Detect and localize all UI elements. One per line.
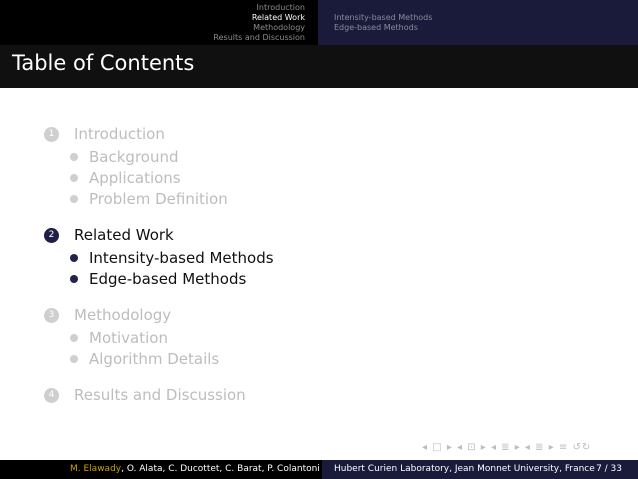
section-nav: Introduction Related Work Methodology Re… <box>0 0 318 45</box>
toc-subsection[interactable]: Motivation <box>44 327 274 348</box>
frame-title-bar: Table of Contents <box>0 45 638 88</box>
toc-section-label: Results and Discussion <box>74 386 246 404</box>
toc-subsection[interactable]: Edge-based Methods <box>44 268 274 289</box>
toc-section[interactable]: 1 Introduction <box>44 122 274 146</box>
toc-subsection[interactable]: Algorithm Details <box>44 348 274 369</box>
toc-subsection[interactable]: Background <box>44 146 274 167</box>
beamer-navigation-icons[interactable]: ◂ □ ▸ ◂ ⊡ ▸ ◂ ≣ ▸ ◂ ≣ ▸ ≡ ↺↻ <box>422 442 591 453</box>
bullet-icon <box>70 253 78 262</box>
toc-section-number: 1 <box>44 126 59 142</box>
nav-subsection-intensity[interactable]: Intensity-based Methods <box>334 13 638 23</box>
toc-subsection-label: Motivation <box>89 328 168 347</box>
toc-spacer <box>44 209 274 223</box>
footer-institution: Hubert Curien Laboratory, Jean Monnet Un… <box>334 464 595 474</box>
table-of-contents: 1 Introduction Background Applications Probl… <box>44 122 274 407</box>
toc-spacer <box>44 369 274 383</box>
toc-section-number: 4 <box>44 387 59 403</box>
toc-subsection-label: Problem Definition <box>89 189 228 208</box>
toc-section[interactable]: 2 Related Work <box>44 223 274 247</box>
toc-subsection-label: Edge-based Methods <box>89 269 247 288</box>
toc-section-label: Methodology <box>74 306 172 324</box>
nav-section-methodology[interactable]: Methodology <box>253 23 305 33</box>
footer-authors: M. Elawady, O. Alata, C. Ducottet, C. Ba… <box>0 460 322 479</box>
toc-subsection[interactable]: Problem Definition <box>44 188 274 209</box>
footer-info: Hubert Curien Laboratory, Jean Monnet Un… <box>322 460 638 479</box>
toc-section-label: Related Work <box>74 226 174 244</box>
toc-section-block: 3 Methodology Motivation Algorithm Details <box>44 303 274 369</box>
bullet-icon <box>70 274 78 283</box>
nav-section-related-work[interactable]: Related Work <box>252 13 305 23</box>
footer-authors-rest: , O. Alata, C. Ducottet, C. Barat, P. Co… <box>121 464 320 474</box>
nav-section-introduction[interactable]: Introduction <box>257 3 305 13</box>
toc-section-block: 4 Results and Discussion <box>44 383 274 407</box>
toc-section[interactable]: 4 Results and Discussion <box>44 383 274 407</box>
toc-subsection[interactable]: Intensity-based Methods <box>44 247 274 268</box>
footer-bar: M. Elawady, O. Alata, C. Ducottet, C. Ba… <box>0 460 638 479</box>
footer-author-highlight: M. Elawady <box>70 464 122 474</box>
bullet-icon <box>70 354 78 363</box>
toc-section[interactable]: 3 Methodology <box>44 303 274 327</box>
toc-subsection-label: Applications <box>89 168 181 187</box>
toc-section-number: 2 <box>44 227 59 243</box>
toc-subsection-label: Background <box>89 147 179 166</box>
bullet-icon <box>70 152 78 161</box>
nav-section-results[interactable]: Results and Discussion <box>213 33 305 43</box>
subsection-nav: Intensity-based Methods Edge-based Metho… <box>318 0 638 45</box>
page-number: 7 / 33 <box>596 464 622 474</box>
bullet-icon <box>70 194 78 203</box>
toc-section-label: Introduction <box>74 125 165 143</box>
toc-subsection-label: Algorithm Details <box>89 349 220 368</box>
toc-section-block: 1 Introduction Background Applications Probl… <box>44 122 274 209</box>
bullet-icon <box>70 173 78 182</box>
toc-spacer <box>44 289 274 303</box>
toc-subsection[interactable]: Applications <box>44 167 274 188</box>
nav-subsection-edge[interactable]: Edge-based Methods <box>334 23 638 33</box>
bullet-icon <box>70 333 78 342</box>
toc-section-block: 2 Related Work Intensity-based Methods Edge… <box>44 223 274 289</box>
top-navigation-bar: Introduction Related Work Methodology Re… <box>0 0 638 45</box>
toc-subsection-label: Intensity-based Methods <box>89 248 274 267</box>
toc-section-number: 3 <box>44 307 59 323</box>
page-title: Table of Contents <box>12 51 195 75</box>
